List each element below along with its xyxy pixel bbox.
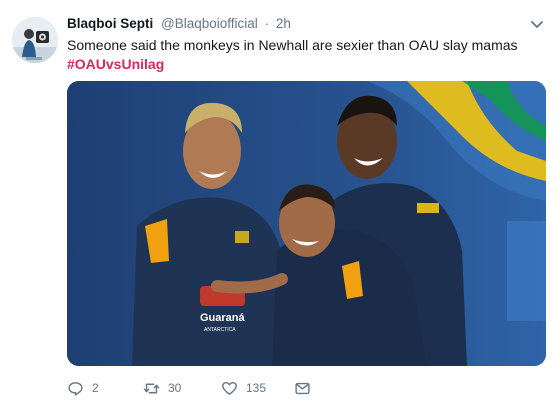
jersey-sponsor-subtext: ANTARCTICA: [204, 327, 236, 333]
tweet-text: Someone said the monkeys in Newhall are …: [67, 37, 518, 53]
chevron-down-icon[interactable]: [529, 16, 545, 32]
reply-count: 2: [92, 381, 99, 395]
avatar-image: [12, 17, 58, 63]
heart-icon: [222, 381, 237, 395]
tweet-header: Blaqboi Septi @Blaqboiofficial · 2h: [67, 15, 529, 35]
timestamp[interactable]: 2h: [276, 16, 291, 31]
tweet-card[interactable]: Blaqboi Septi @Blaqboiofficial · 2h Some…: [0, 0, 559, 410]
display-name[interactable]: Blaqboi Septi: [67, 16, 153, 31]
user-handle[interactable]: @Blaqboiofficial: [161, 16, 258, 31]
separator-dot: ·: [264, 16, 270, 31]
retweet-icon: [143, 383, 160, 393]
tweet-actions: 2 30 135: [67, 378, 487, 398]
retweet-button[interactable]: 30: [143, 378, 181, 398]
avatar[interactable]: [12, 17, 58, 63]
photo-footballers-laughing: Guaraná ANTARCTICA: [67, 81, 546, 366]
reply-button[interactable]: 2: [67, 378, 99, 398]
like-count: 135: [246, 381, 267, 395]
jersey-sponsor-text: Guaraná: [200, 312, 246, 324]
reply-icon: [68, 381, 83, 396]
envelope-icon: [295, 382, 310, 394]
retweet-count: 30: [168, 381, 182, 395]
like-button[interactable]: 135: [221, 378, 266, 398]
tweet-photo[interactable]: Guaraná ANTARCTICA: [67, 81, 546, 366]
direct-message-button[interactable]: [294, 378, 311, 398]
hashtag-link[interactable]: #OAUvsUnilag: [67, 55, 164, 74]
